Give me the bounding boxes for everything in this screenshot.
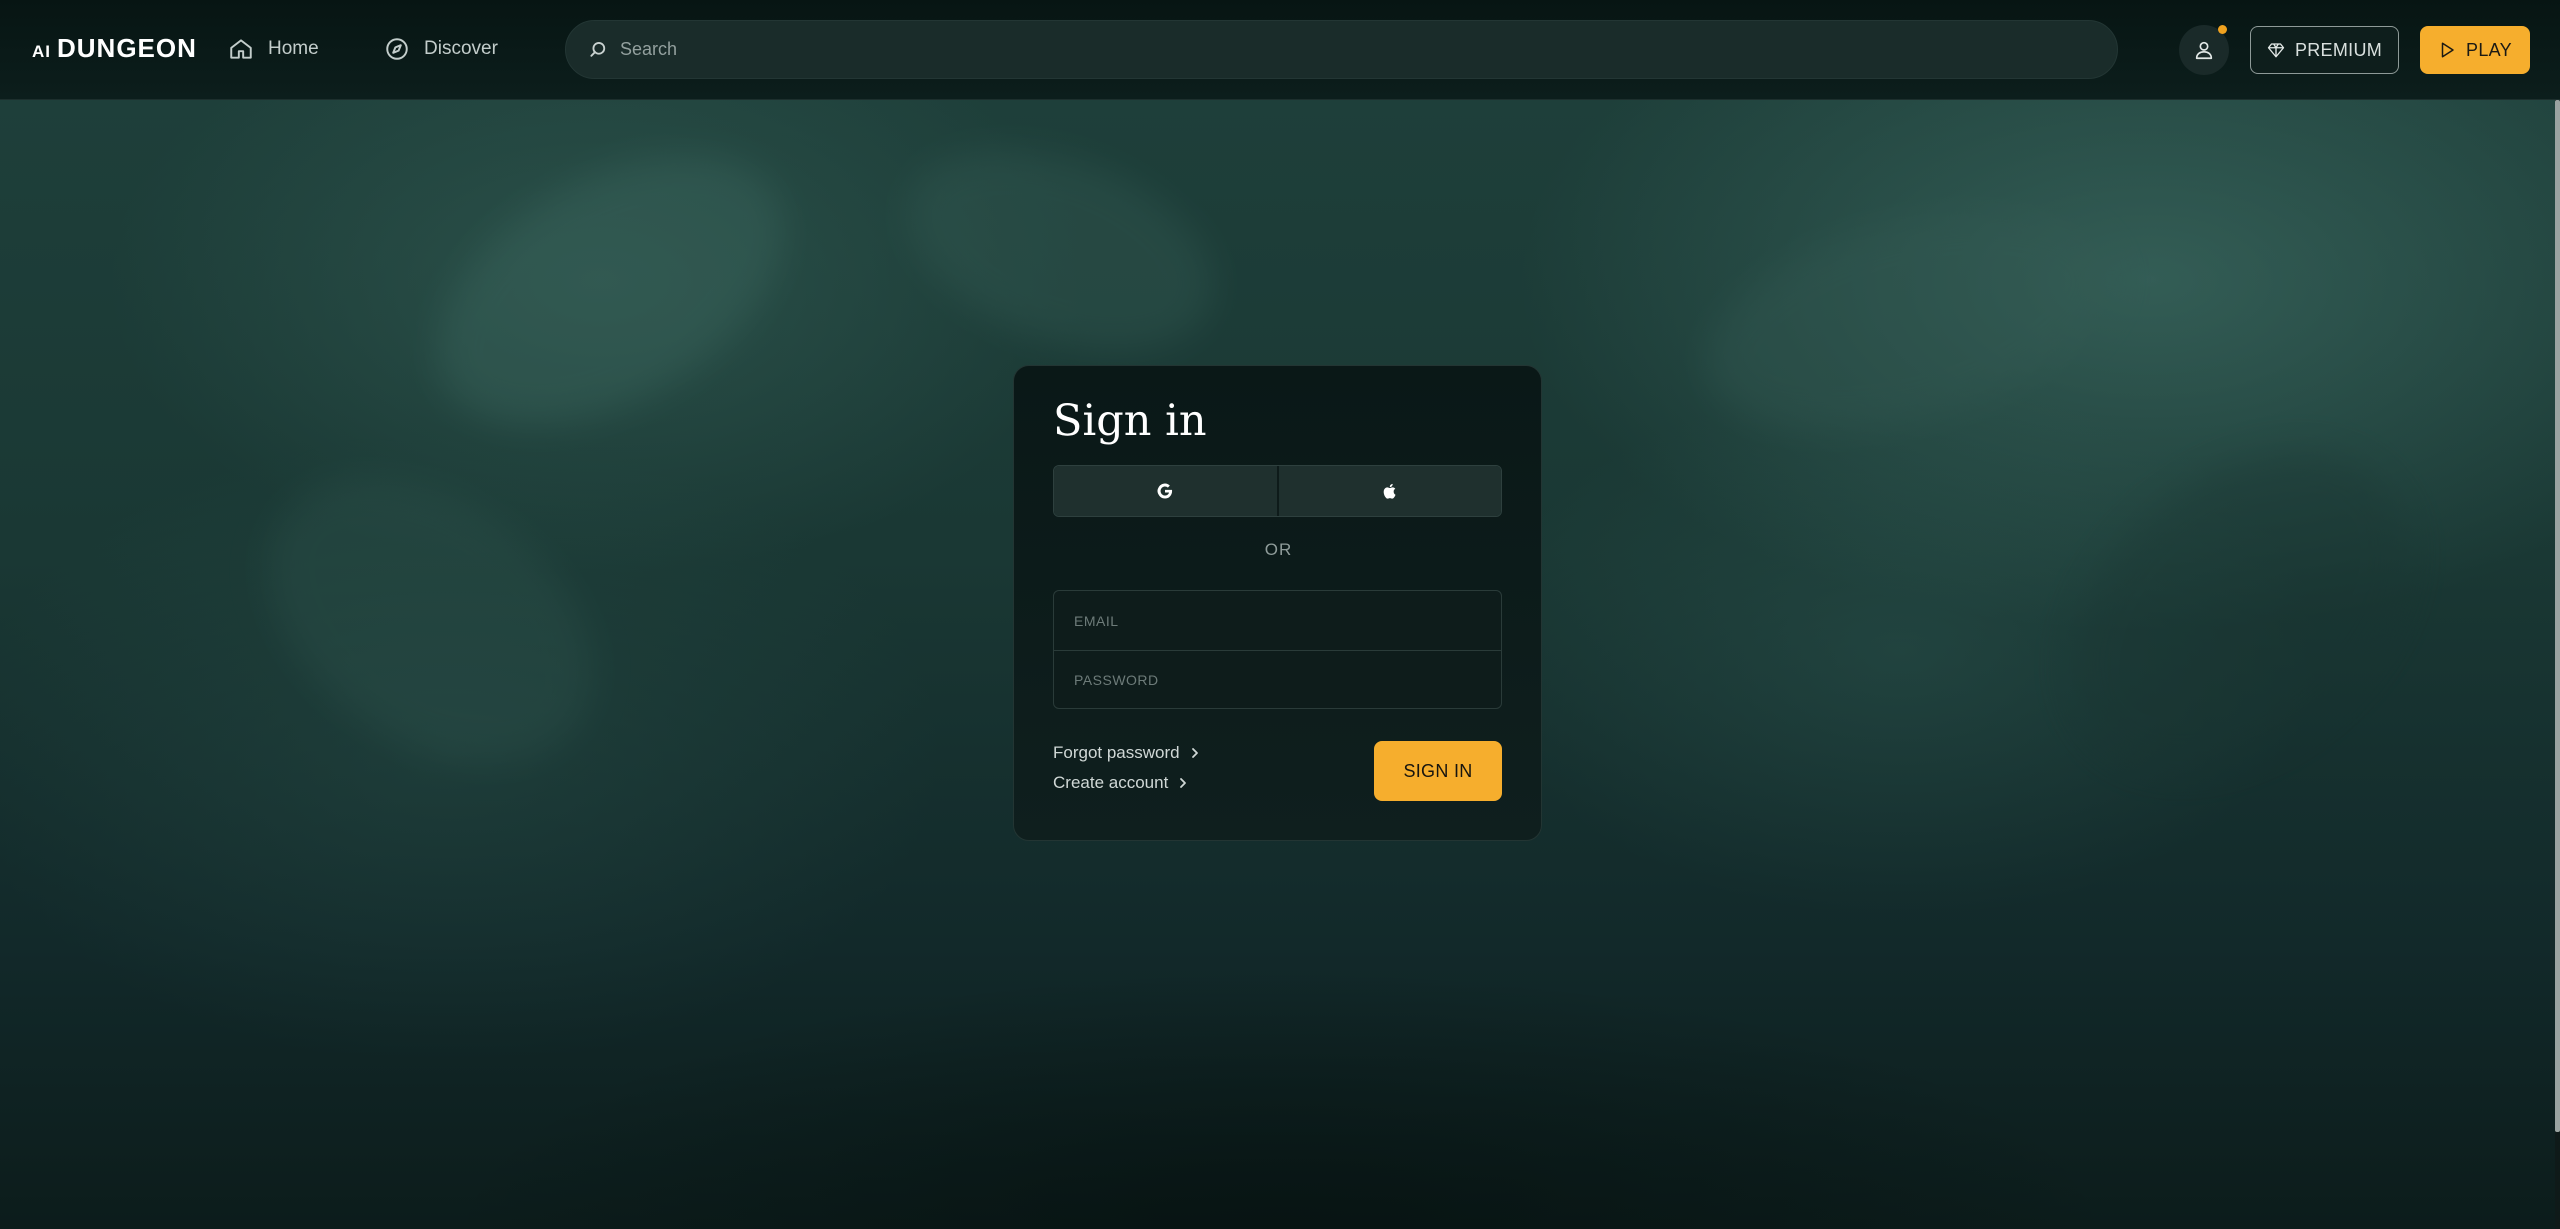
notification-dot (2218, 25, 2227, 34)
nav-home-label: Home (268, 38, 319, 59)
or-divider: OR (1264, 540, 1293, 559)
home-icon (230, 39, 252, 59)
chevron-right-icon (1180, 778, 1187, 788)
play-icon (2441, 42, 2454, 58)
apple-signin-button[interactable] (1276, 466, 1501, 516)
credentials-group (1053, 590, 1502, 709)
email-field-wrapper (1054, 591, 1501, 650)
search-bar[interactable] (565, 20, 2118, 79)
play-label: PLAY (2466, 39, 2512, 60)
signin-submit-button[interactable]: SIGN IN (1374, 741, 1502, 801)
nav-discover-label: Discover (424, 38, 498, 59)
compass-icon (386, 38, 408, 60)
logo[interactable]: AI DUNGEON (32, 33, 197, 64)
password-field[interactable] (1074, 672, 1494, 688)
forgot-password-link[interactable]: Forgot password (1053, 743, 1200, 763)
search-icon (590, 41, 606, 57)
chevron-right-icon (1191, 748, 1198, 758)
user-icon (2195, 41, 2213, 60)
forgot-password-label: Forgot password (1053, 743, 1180, 762)
signin-card: Sign in OR Forgot password Create accoun… (1013, 365, 1542, 841)
password-field-wrapper (1054, 650, 1501, 708)
logo-prefix: AI (32, 42, 51, 61)
gem-icon (2267, 43, 2285, 58)
nav-discover[interactable]: Discover (384, 36, 498, 62)
play-button[interactable]: PLAY (2420, 26, 2530, 74)
create-account-link[interactable]: Create account (1053, 773, 1188, 793)
create-account-label: Create account (1053, 773, 1169, 792)
nav-home[interactable]: Home (228, 36, 319, 62)
social-login-row (1053, 465, 1502, 517)
google-icon (1157, 483, 1173, 499)
search-input[interactable] (620, 39, 2020, 60)
premium-label: PREMIUM (2294, 39, 2383, 60)
logo-name: DUNGEON (57, 33, 197, 63)
apple-icon (1383, 483, 1396, 499)
premium-button[interactable]: PREMIUM (2250, 26, 2399, 74)
signin-title: Sign in (1053, 396, 1207, 446)
google-signin-button[interactable] (1054, 466, 1277, 516)
top-bar: AI DUNGEON Home Discover PRE (0, 0, 2560, 100)
scrollbar-thumb[interactable] (2555, 100, 2560, 1132)
email-field[interactable] (1074, 612, 1494, 629)
